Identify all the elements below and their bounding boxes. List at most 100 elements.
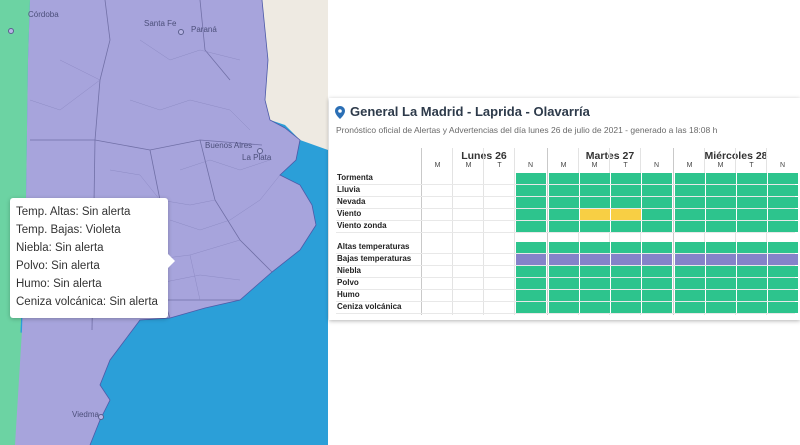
day-header-1: Lunes 26 [461, 150, 507, 162]
alert-cell [736, 172, 767, 184]
alert-cell [705, 241, 736, 253]
alert-cell [705, 172, 736, 184]
alert-cell [515, 241, 546, 253]
alert-cell [579, 208, 610, 220]
alert-cell [579, 265, 610, 277]
tooltip-line: Temp. Altas: Sin alerta [16, 206, 131, 218]
alert-cell [548, 220, 579, 232]
alert-cell [736, 301, 767, 313]
city-marker-icon [8, 28, 14, 34]
alert-cell [705, 208, 736, 220]
row-label-viento-zonda: Viento zonda [337, 221, 387, 230]
alert-cell [515, 208, 546, 220]
alert-cell [579, 301, 610, 313]
alert-cell [641, 220, 672, 232]
alert-cell [767, 208, 798, 220]
alert-cell [579, 289, 610, 301]
city-label-cordoba: Córdoba [28, 10, 59, 19]
alert-cell [736, 289, 767, 301]
alert-cell [610, 289, 641, 301]
tooltip-line: Temp. Bajas: Violeta [16, 224, 121, 236]
alert-cell [548, 241, 579, 253]
row-divider [336, 232, 795, 233]
alert-cell [641, 277, 672, 289]
alert-cell [548, 277, 579, 289]
city-label-parana: Paraná [191, 25, 217, 34]
alert-cell [674, 301, 705, 313]
alert-cell [641, 301, 672, 313]
alert-cell [674, 220, 705, 232]
slot-label: T [497, 162, 502, 169]
alert-cell [610, 184, 641, 196]
alert-cell [705, 277, 736, 289]
alert-cell [736, 220, 767, 232]
slot-label: M [434, 162, 441, 169]
panel-subtitle: Pronóstico oficial de Alertas y Adverten… [336, 125, 718, 135]
alert-cell [736, 208, 767, 220]
alert-cell [767, 265, 798, 277]
alert-cell [610, 301, 641, 313]
alert-cell [767, 301, 798, 313]
slot-label: N [527, 162, 534, 169]
alert-cell [579, 220, 610, 232]
alert-cell [641, 172, 672, 184]
alert-cell [705, 220, 736, 232]
slot-label: N [779, 162, 786, 169]
alert-cell [515, 196, 546, 208]
alert-cell [736, 277, 767, 289]
alert-cell [736, 196, 767, 208]
row-label-lluvia: Lluvia [337, 185, 361, 194]
alert-cell [610, 253, 641, 265]
slot-label: M [591, 162, 598, 169]
alert-cell [515, 301, 546, 313]
alert-cell [767, 289, 798, 301]
alert-cell [610, 265, 641, 277]
row-label-altas-temperaturas: Altas temperaturas [337, 242, 410, 251]
map-pin-icon [335, 106, 345, 119]
row-label-ceniza-volcanica: Ceniza volcánica [337, 302, 402, 311]
city-marker-icon [98, 414, 104, 420]
alert-cell [674, 184, 705, 196]
alert-cell [705, 253, 736, 265]
alert-cell [515, 289, 546, 301]
alert-cell [674, 241, 705, 253]
alert-cell [736, 265, 767, 277]
alert-cell [641, 241, 672, 253]
alert-cell [610, 208, 641, 220]
alert-cell [579, 196, 610, 208]
alert-cell [610, 172, 641, 184]
alert-cell [767, 253, 798, 265]
alert-cell [548, 265, 579, 277]
tooltip-arrow [168, 254, 175, 268]
alert-cell [674, 208, 705, 220]
tooltip-line: Humo: Sin alerta [16, 278, 102, 290]
alert-cell [515, 172, 546, 184]
alert-cell [736, 253, 767, 265]
tooltip-line: Polvo: Sin alerta [16, 260, 100, 272]
alert-cell [674, 172, 705, 184]
alert-cell [610, 196, 641, 208]
tooltip-line: Ceniza volcánica: Sin alerta [16, 296, 158, 308]
city-label-santa-fe: Santa Fe [144, 19, 177, 28]
row-label-bajas-temperaturas: Bajas temperaturas [337, 254, 412, 263]
alert-cell [674, 289, 705, 301]
row-label-nevada: Nevada [337, 197, 366, 206]
row-label-niebla: Niebla [337, 266, 362, 275]
alert-cell [548, 208, 579, 220]
slot-label: M [465, 162, 472, 169]
alert-cell [548, 253, 579, 265]
slot-label: T [623, 162, 628, 169]
alert-cell [579, 241, 610, 253]
alert-cell [610, 241, 641, 253]
city-marker-icon [257, 148, 263, 154]
alert-cell [705, 184, 736, 196]
alert-map[interactable]: Córdoba Santa Fe Paraná Buenos Aires La … [0, 0, 328, 445]
slot-label: M [717, 162, 724, 169]
row-divider [336, 313, 795, 314]
alert-cell [548, 289, 579, 301]
alert-cell [705, 196, 736, 208]
day-header-3: Miércoles 28 [704, 150, 768, 162]
slot-label: N [653, 162, 660, 169]
slot-label: M [560, 162, 567, 169]
city-label-viedma: Viedma [72, 410, 99, 419]
